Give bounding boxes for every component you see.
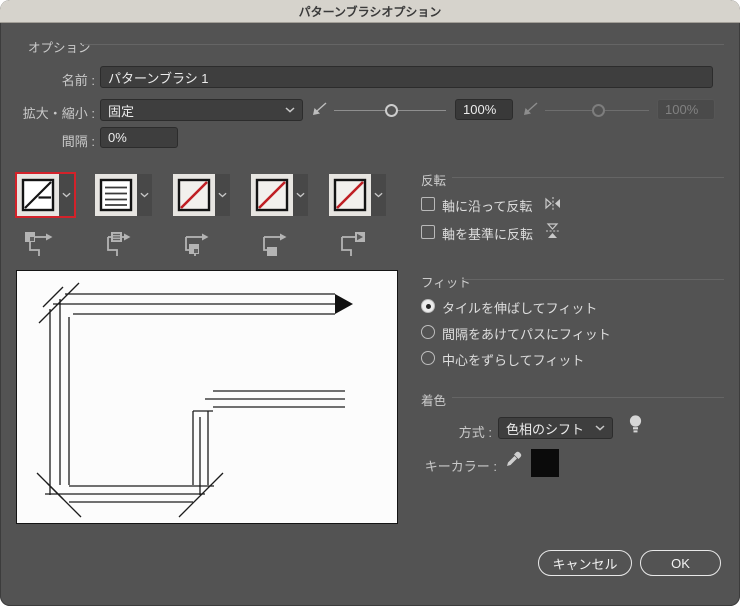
end-tile-menu-button[interactable] (371, 174, 386, 216)
scale-value: 100% (463, 102, 497, 117)
spacing-input[interactable]: 0% (100, 127, 178, 148)
chevron-down-icon (62, 192, 71, 198)
scale-variation-icon (311, 100, 329, 122)
colorize-method-label: 方式 : (458, 425, 492, 440)
spacing-value: 0% (108, 130, 127, 145)
outer-corner-tile-button[interactable] (17, 174, 74, 216)
scale-mode-dropdown[interactable]: 固定 (100, 99, 303, 121)
name-input[interactable]: パターンブラシ 1 (100, 66, 713, 88)
outer-corner-tile-menu-button[interactable] (59, 174, 74, 216)
flip-along-icon (543, 196, 563, 216)
fit-stretch-radio[interactable] (421, 299, 435, 313)
scale-slider-handle[interactable] (385, 104, 398, 117)
inner-corner-tile-thumbnail[interactable] (173, 174, 215, 216)
chevron-down-icon (140, 192, 149, 198)
side-position-icon (99, 229, 133, 264)
key-color-label: キーカラー : (424, 459, 497, 474)
colorize-section-divider (452, 397, 724, 398)
flip-along-checkbox[interactable] (421, 197, 435, 211)
chevron-down-icon (296, 192, 305, 198)
fit-section-divider (462, 279, 724, 280)
outer-corner-position-icon (21, 229, 55, 264)
name-value: パターンブラシ 1 (108, 70, 209, 86)
side-tile-menu-button[interactable] (137, 174, 152, 216)
scale-secondary-value: 100% (665, 102, 699, 117)
chevron-down-icon (218, 192, 227, 198)
scale-label: 拡大・縮小 : (22, 106, 95, 121)
ok-button[interactable]: OK (640, 550, 721, 576)
fit-stretch-label[interactable]: タイルを伸ばしてフィット (442, 298, 597, 317)
key-color-swatch[interactable] (531, 449, 559, 477)
fit-add-space-label[interactable]: 間隔をあけてパスにフィット (442, 324, 611, 343)
flip-section-label: 反転 (421, 174, 447, 188)
scale-value-input[interactable]: 100% (455, 99, 513, 120)
flip-along-label[interactable]: 軸に沿って反転 (442, 196, 532, 215)
inner-corner-tile-menu-button[interactable] (215, 174, 230, 216)
start-tile-button[interactable] (251, 174, 308, 216)
spacing-label: 間隔 : (61, 134, 95, 149)
chevron-down-icon (595, 425, 605, 431)
side-tile-thumbnail[interactable] (95, 174, 137, 216)
colorize-tips-lightbulb-icon (628, 414, 643, 441)
pattern-brush-options-dialog: パターンブラシオプション オプション 名前 : パターンブラシ 1 拡大・縮小 … (0, 0, 740, 606)
chevron-down-icon (374, 192, 383, 198)
cancel-button[interactable]: キャンセル (538, 550, 632, 576)
scale-mode-value: 固定 (108, 103, 135, 119)
side-tile-button[interactable] (95, 174, 152, 216)
flip-section-divider (452, 177, 724, 178)
fit-section-label: フィット (421, 276, 471, 290)
options-section-label: オプション (28, 41, 91, 55)
eyedropper-icon[interactable] (505, 450, 523, 473)
brush-preview (16, 270, 398, 524)
colorize-section-label: 着色 (421, 394, 447, 408)
scale-slider-secondary-handle (592, 104, 605, 117)
colorize-method-value: 色相のシフト (506, 421, 585, 437)
start-tile-menu-button[interactable] (293, 174, 308, 216)
name-label: 名前 : (61, 73, 95, 88)
scale-variation-secondary-icon (522, 100, 540, 122)
start-tile-thumbnail[interactable] (251, 174, 293, 216)
scale-secondary-value-input: 100% (657, 99, 715, 120)
start-position-icon (255, 229, 289, 264)
brush-preview-drawing (36, 282, 353, 518)
dialog-title: パターンブラシオプション (298, 4, 442, 19)
fit-approximate-label[interactable]: 中心をずらしてフィット (442, 350, 584, 369)
inner-corner-position-icon (177, 229, 211, 264)
end-tile-thumbnail[interactable] (329, 174, 371, 216)
chevron-down-icon (285, 107, 295, 113)
dialog-titlebar: パターンブラシオプション (0, 0, 740, 23)
flip-across-checkbox[interactable] (421, 225, 435, 239)
flip-across-label[interactable]: 軸を基準に反転 (442, 224, 533, 243)
outer-corner-tile-thumbnail[interactable] (17, 174, 59, 216)
inner-corner-tile-button[interactable] (173, 174, 230, 216)
end-tile-button[interactable] (329, 174, 386, 216)
flip-across-icon (545, 221, 560, 246)
end-position-icon (333, 229, 367, 264)
colorize-method-dropdown[interactable]: 色相のシフト (498, 417, 613, 439)
fit-approximate-radio[interactable] (421, 351, 435, 365)
options-section-divider (82, 44, 724, 45)
fit-add-space-radio[interactable] (421, 325, 435, 339)
